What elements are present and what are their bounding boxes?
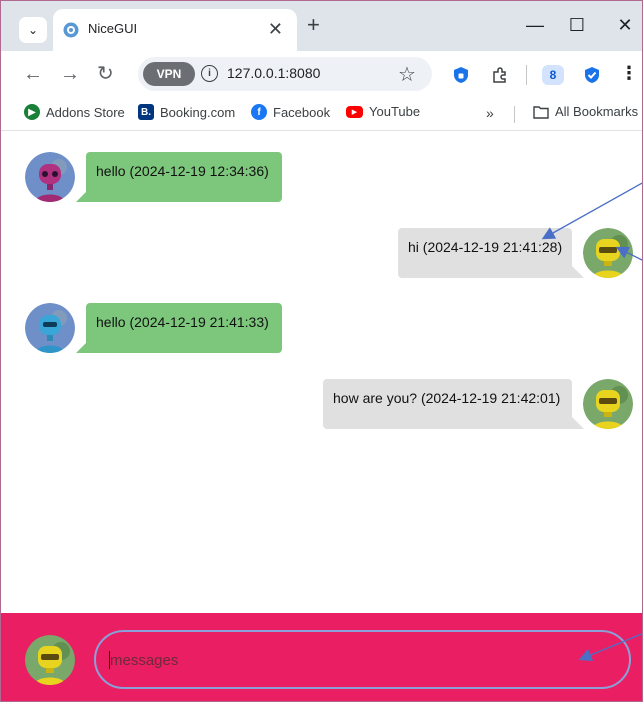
bookmark-facebook[interactable]: f Facebook [251, 104, 330, 120]
folder-icon [533, 105, 549, 119]
purple-robot-avatar [25, 152, 75, 202]
vpn-badge[interactable]: VPN [143, 62, 195, 86]
bookmark-addons-store[interactable]: ▶ Addons Store [24, 104, 125, 120]
reload-icon[interactable]: ↻ [97, 63, 114, 85]
yellow-robot-avatar [583, 379, 633, 429]
site-info-icon[interactable]: i [201, 65, 218, 82]
bookmark-label: YouTube [369, 104, 421, 119]
message-text: hi (2024-12-19 21:41:28) [408, 239, 563, 255]
addons-store-icon: ▶ [24, 104, 40, 120]
shield-extension-icon[interactable] [452, 66, 470, 84]
message-input-wrapper[interactable] [94, 630, 631, 689]
nicegui-favicon-icon [63, 22, 79, 38]
toolbar-divider [526, 65, 527, 85]
bookmark-youtube[interactable]: ▶ YouTube [346, 104, 420, 119]
tab-search-button[interactable]: ⌄ [19, 17, 47, 43]
bookmark-booking[interactable]: B. Booking.com [138, 104, 235, 120]
tab-strip: ⌄ NiceGUI ✕ + — ☐ ✕ [1, 1, 642, 51]
text-caret [109, 651, 110, 669]
security-shield-icon[interactable] [583, 66, 601, 84]
message-text: how are you? (2024-12-19 21:42:01) [333, 390, 561, 406]
new-tab-button[interactable]: + [307, 14, 320, 36]
profile-initial: 8 [549, 68, 557, 82]
maximize-button[interactable]: ☐ [565, 15, 589, 35]
chat-messages-area: hello (2024-12-19 12:34:36) hi (2024-12-… [1, 132, 642, 613]
chevron-down-icon: ⌄ [27, 23, 39, 37]
browser-window: ⌄ NiceGUI ✕ + — ☐ ✕ ← → ↻ VPN i 127.0.0.… [0, 0, 643, 702]
youtube-icon: ▶ [346, 105, 363, 118]
bubble-tail [76, 341, 88, 353]
message-bubble-received: hello (2024-12-19 12:34:36) [86, 152, 282, 202]
close-tab-icon[interactable]: ✕ [268, 19, 283, 39]
all-bookmarks-button[interactable]: All Bookmarks [533, 104, 638, 119]
forward-arrow-icon[interactable]: → [60, 63, 80, 85]
browser-menu-icon[interactable]: ⋮ [620, 63, 638, 84]
url-text: 127.0.0.1:8080 [227, 65, 321, 81]
message-bubble-received: hello (2024-12-19 21:41:33) [86, 303, 282, 353]
bookmarks-overflow-button[interactable]: » [486, 105, 494, 121]
vpn-label: VPN [156, 67, 182, 81]
bubble-tail [76, 190, 88, 202]
bookmarks-bar: ▶ Addons Store B. Booking.com f Facebook… [1, 97, 642, 131]
profile-avatar[interactable]: 8 [542, 65, 564, 85]
facebook-icon: f [251, 104, 267, 120]
bookmark-label: Facebook [273, 104, 331, 120]
minimize-button[interactable]: — [523, 15, 547, 35]
bubble-tail [572, 417, 584, 429]
all-bookmarks-label: All Bookmarks [555, 104, 639, 119]
bookmarks-divider [514, 106, 515, 123]
message-bubble-sent: hi (2024-12-19 21:41:28) [398, 228, 572, 278]
address-bar[interactable]: VPN i 127.0.0.1:8080 ☆ [138, 57, 432, 91]
puzzle-extensions-icon[interactable] [491, 66, 509, 84]
current-user-avatar [25, 635, 75, 685]
tab-title: NiceGUI [88, 21, 138, 36]
booking-icon: B. [138, 104, 154, 120]
close-window-button[interactable]: ✕ [613, 15, 637, 35]
bookmark-star-icon[interactable]: ☆ [398, 62, 416, 87]
message-text: hello (2024-12-19 12:34:36) [96, 163, 269, 179]
message-input[interactable] [110, 649, 610, 671]
blue-robot-avatar [25, 303, 75, 353]
back-arrow-icon[interactable]: ← [23, 63, 43, 85]
browser-toolbar: ← → ↻ VPN i 127.0.0.1:8080 ☆ 8 ⋮ [1, 51, 642, 97]
bubble-tail [572, 266, 584, 278]
bookmark-label: Booking.com [160, 104, 236, 120]
message-text: hello (2024-12-19 21:41:33) [96, 314, 269, 330]
message-bubble-sent: how are you? (2024-12-19 21:42:01) [323, 379, 572, 429]
chat-footer [1, 613, 642, 701]
yellow-robot-avatar [583, 228, 633, 278]
tab-nicegui[interactable]: NiceGUI ✕ [53, 9, 297, 51]
bookmark-label: Addons Store [46, 104, 125, 120]
